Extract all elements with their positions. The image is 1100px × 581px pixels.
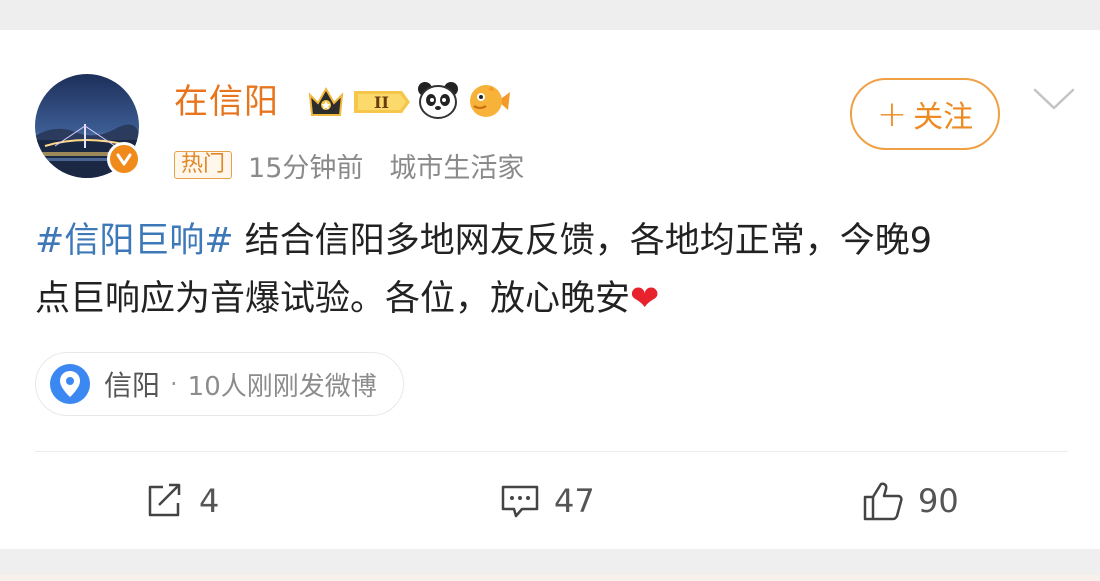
repost-button[interactable]: 4: [145, 476, 219, 526]
like-count: 90: [918, 482, 959, 520]
crown-badge-icon[interactable]: II: [306, 83, 410, 125]
post-body-line1: 结合信阳多地网友反馈，各地均正常，今晚9: [244, 221, 933, 261]
repost-icon: [148, 483, 181, 517]
hashtag-link[interactable]: #信阳巨响#: [35, 221, 234, 261]
username[interactable]: 在信阳: [174, 80, 279, 124]
comment-button[interactable]: 47: [500, 476, 595, 526]
user-category: 城市生活家: [389, 152, 525, 184]
location-name: 信阳: [104, 369, 161, 402]
heart-emoji-icon: ❤: [630, 279, 660, 319]
like-button[interactable]: 90: [862, 476, 959, 526]
fish-icon[interactable]: [468, 82, 510, 124]
crown-level: II: [374, 93, 389, 112]
comment-icon: [501, 485, 539, 518]
hot-tag[interactable]: 热门: [174, 151, 233, 179]
follow-label: 关注: [913, 100, 974, 135]
location-pin-icon: [50, 364, 90, 404]
post-meta: 热门 15分钟前 城市生活家: [174, 148, 525, 184]
divider: [35, 451, 1068, 452]
panda-icon[interactable]: [416, 80, 460, 124]
verified-icon: [107, 142, 141, 176]
repost-count: 4: [199, 482, 220, 520]
post-body: #信阳巨响# 结合信阳多地网友反馈，各地均正常，今晚9 点巨响应为音爆试验。各位…: [35, 212, 1075, 328]
comment-count: 47: [554, 482, 595, 520]
post-time: 15分钟前: [248, 152, 364, 184]
top-separator: [0, 0, 1100, 30]
like-icon: [863, 482, 903, 521]
plus-icon: +: [876, 93, 908, 135]
post-body-line2: 点巨响应为音爆试验。各位，放心晚安: [35, 279, 631, 319]
chevron-down-icon[interactable]: [1032, 86, 1076, 116]
location-activity: 10人刚刚发微博: [187, 371, 377, 402]
location-separator: ·: [170, 370, 178, 398]
bottom-separator: [0, 549, 1100, 581]
follow-button[interactable]: + 关注: [850, 78, 1000, 150]
location-tag[interactable]: 信阳 · 10人刚刚发微博: [35, 352, 404, 416]
